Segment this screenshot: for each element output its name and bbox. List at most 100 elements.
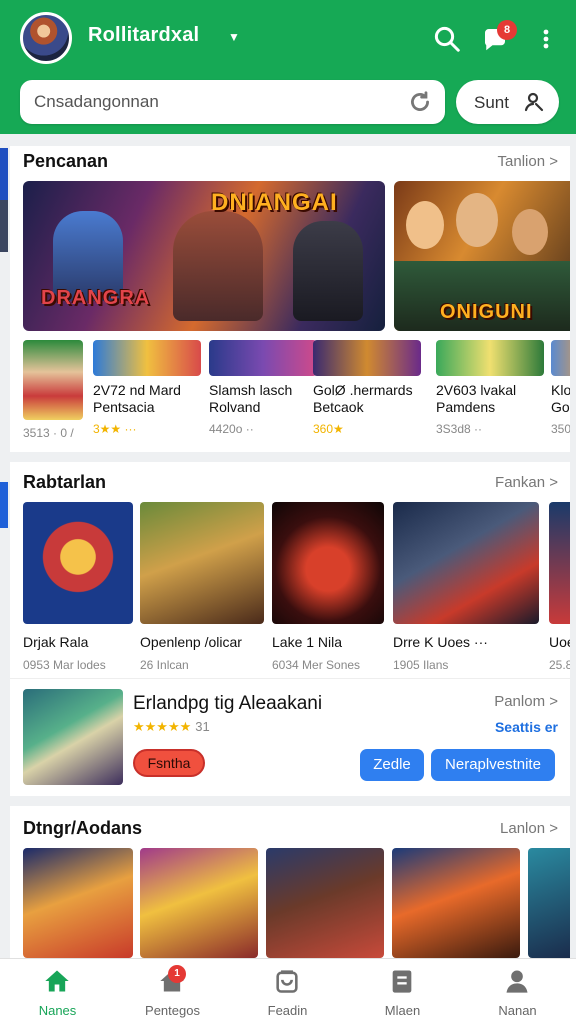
tile-meta: 350 xyxy=(551,422,570,436)
nav-item-library[interactable]: Feadin xyxy=(230,959,345,1024)
game-meta: 1905 Ilans xyxy=(393,658,449,672)
app-tile[interactable]: Slamsh lasch Rolvand 4420o ·· xyxy=(209,340,317,436)
search-input[interactable] xyxy=(34,80,394,124)
tile-rating: 360★ xyxy=(313,422,344,436)
banner-title: DNIANGAI xyxy=(211,189,338,216)
app-tile[interactable]: GolØ .hermards Betcaok 360★ xyxy=(313,340,421,436)
section-edge-accent xyxy=(0,482,8,528)
featured-rating: ★★★★★ 31 xyxy=(133,719,210,735)
section-more-games: Dtngr/Aodans Lanlon > xyxy=(10,806,570,958)
nav-item-home[interactable]: Nanes xyxy=(0,959,115,1024)
section-title: Pencanan xyxy=(23,151,109,171)
person-icon xyxy=(506,970,528,993)
banner-card[interactable]: DNIANGAI DRANGRA xyxy=(23,181,385,331)
section-edge-accent xyxy=(0,200,8,252)
game-thumbnail xyxy=(23,502,133,624)
game-thumbnail[interactable] xyxy=(392,848,520,958)
tile-name: Klon Gon xyxy=(551,382,570,415)
game-meta: 25.8 xyxy=(549,658,570,672)
featured-action-button[interactable]: Zedle xyxy=(360,749,424,781)
game-thumbnail[interactable] xyxy=(140,848,258,958)
section-title: Rabtarlan xyxy=(23,472,107,492)
tile-meta: 4420o ·· xyxy=(209,422,254,436)
tile-thumbnail xyxy=(436,340,544,376)
featured-secondary-link[interactable]: Seattis er xyxy=(495,719,558,735)
game-meta: 26 Inlcan xyxy=(140,658,189,672)
sort-label: Sunt xyxy=(474,93,509,112)
nav-label: Mlaen xyxy=(384,1003,421,1018)
section-game-list: Rabtarlan Fankan > Drjak Rala 0953 Mar l… xyxy=(10,462,570,678)
user-avatar[interactable] xyxy=(20,12,72,64)
game-name: Uoe xyxy=(549,634,570,650)
tile-name: 2V603 lvakal Pamdens xyxy=(436,382,517,415)
banner-face xyxy=(512,209,548,255)
game-thumbnail[interactable] xyxy=(266,848,384,958)
game-name: Lake 1 Nila xyxy=(272,634,343,650)
game-thumbnail xyxy=(140,502,264,624)
search-bar xyxy=(20,80,445,124)
game-thumbnail xyxy=(272,502,384,624)
home-icon xyxy=(45,970,69,992)
banner-subtitle: DRANGRA xyxy=(41,287,151,309)
game-card[interactable]: Openlenp /olicar 26 Inlcan xyxy=(140,502,264,672)
more-vertical-icon[interactable] xyxy=(534,24,558,54)
tile-rating: 3★★ ··· xyxy=(93,422,137,436)
featured-thumbnail xyxy=(23,689,123,785)
section-see-all-link[interactable]: Tanlion > xyxy=(498,153,558,170)
app-tile[interactable]: 2V603 lvakal Pamdens 3S3d8 ·· xyxy=(436,340,544,436)
tile-name: GolØ .hermards Betcaok xyxy=(313,382,413,415)
nav-item-profile[interactable]: Nanan xyxy=(460,959,575,1024)
game-card[interactable]: Drjak Rala 0953 Mar lodes xyxy=(23,502,133,672)
game-thumbnail xyxy=(549,502,570,624)
game-meta: 0953 Mar lodes xyxy=(23,658,106,672)
game-thumbnail[interactable] xyxy=(23,848,133,958)
game-card[interactable]: Drre K Uoes ··· 1905 Ilans xyxy=(393,502,539,672)
featured-tag-pill[interactable]: Fsntha xyxy=(133,749,205,777)
nav-label: Nanan xyxy=(498,1003,537,1018)
game-name: Drjak Rala xyxy=(23,634,89,650)
banner-card[interactable]: ONIGUNI xyxy=(394,181,570,331)
game-thumbnail[interactable] xyxy=(528,848,570,958)
nav-label: Feadin xyxy=(267,1003,308,1018)
nav-label: Pentegos xyxy=(145,1003,200,1018)
search-icon[interactable] xyxy=(432,24,462,54)
tile-thumbnail xyxy=(23,340,83,420)
game-card[interactable]: Uoe 25.8 xyxy=(549,502,570,672)
featured-link[interactable]: Panlom > xyxy=(494,693,558,710)
tile-thumbnail xyxy=(551,340,570,376)
app-header: Rollitardxal ▼ 8 Sunt xyxy=(0,0,576,134)
tile-meta: 3S3d8 ·· xyxy=(436,422,483,436)
featured-app-row[interactable]: Erlandpg tig Aleaakani ★★★★★ 31 Panlom > … xyxy=(10,678,570,796)
banner-hero-figure xyxy=(293,221,363,321)
chevron-down-icon[interactable]: ▼ xyxy=(228,30,240,44)
section-see-all-link[interactable]: Lanlon > xyxy=(500,820,558,837)
notification-badge: 8 xyxy=(497,20,517,40)
section-featured-banners: Pencanan Tanlion > DNIANGAI DRANGRA ONIG… xyxy=(10,146,570,452)
game-meta: 6034 Mer Sones xyxy=(272,658,361,672)
tile-thumbnail xyxy=(209,340,317,376)
app-tile[interactable]: 2V72 nd Mard Pentsacia 3★★ ··· xyxy=(93,340,201,436)
tile-name: 2V72 nd Mard Pentsacia xyxy=(93,382,181,415)
banner-title: ONIGUNI xyxy=(440,301,533,323)
sort-person-icon xyxy=(524,92,544,112)
banner-face xyxy=(456,193,498,247)
game-thumbnail xyxy=(393,502,539,624)
tile-thumbnail xyxy=(93,340,201,376)
section-see-all-link[interactable]: Fankan > xyxy=(495,474,558,491)
game-name: Openlenp /olicar xyxy=(140,634,242,650)
bag-icon xyxy=(276,970,298,993)
nav-item-lists[interactable]: Mlaen xyxy=(345,959,460,1024)
game-card[interactable]: Lake 1 Nila 6034 Mer Sones xyxy=(272,502,384,672)
section-title: Dtngr/Aodans xyxy=(23,818,142,838)
banner-face xyxy=(406,201,444,249)
tile-thumbnail xyxy=(313,340,421,376)
tile-name: Slamsh lasch Rolvand xyxy=(209,382,293,415)
refresh-icon[interactable] xyxy=(407,89,433,115)
app-title[interactable]: Rollitardxal xyxy=(88,24,199,47)
rating-stars: ★★★★★ xyxy=(133,719,192,734)
app-tile[interactable]: Klon Gon 350 xyxy=(551,340,570,436)
banner-hero-figure xyxy=(173,211,263,321)
sort-button[interactable]: Sunt xyxy=(456,80,559,124)
featured-title: Erlandpg tig Aleaakani xyxy=(133,693,323,714)
featured-install-button[interactable]: Neraplvestnite xyxy=(431,749,555,781)
